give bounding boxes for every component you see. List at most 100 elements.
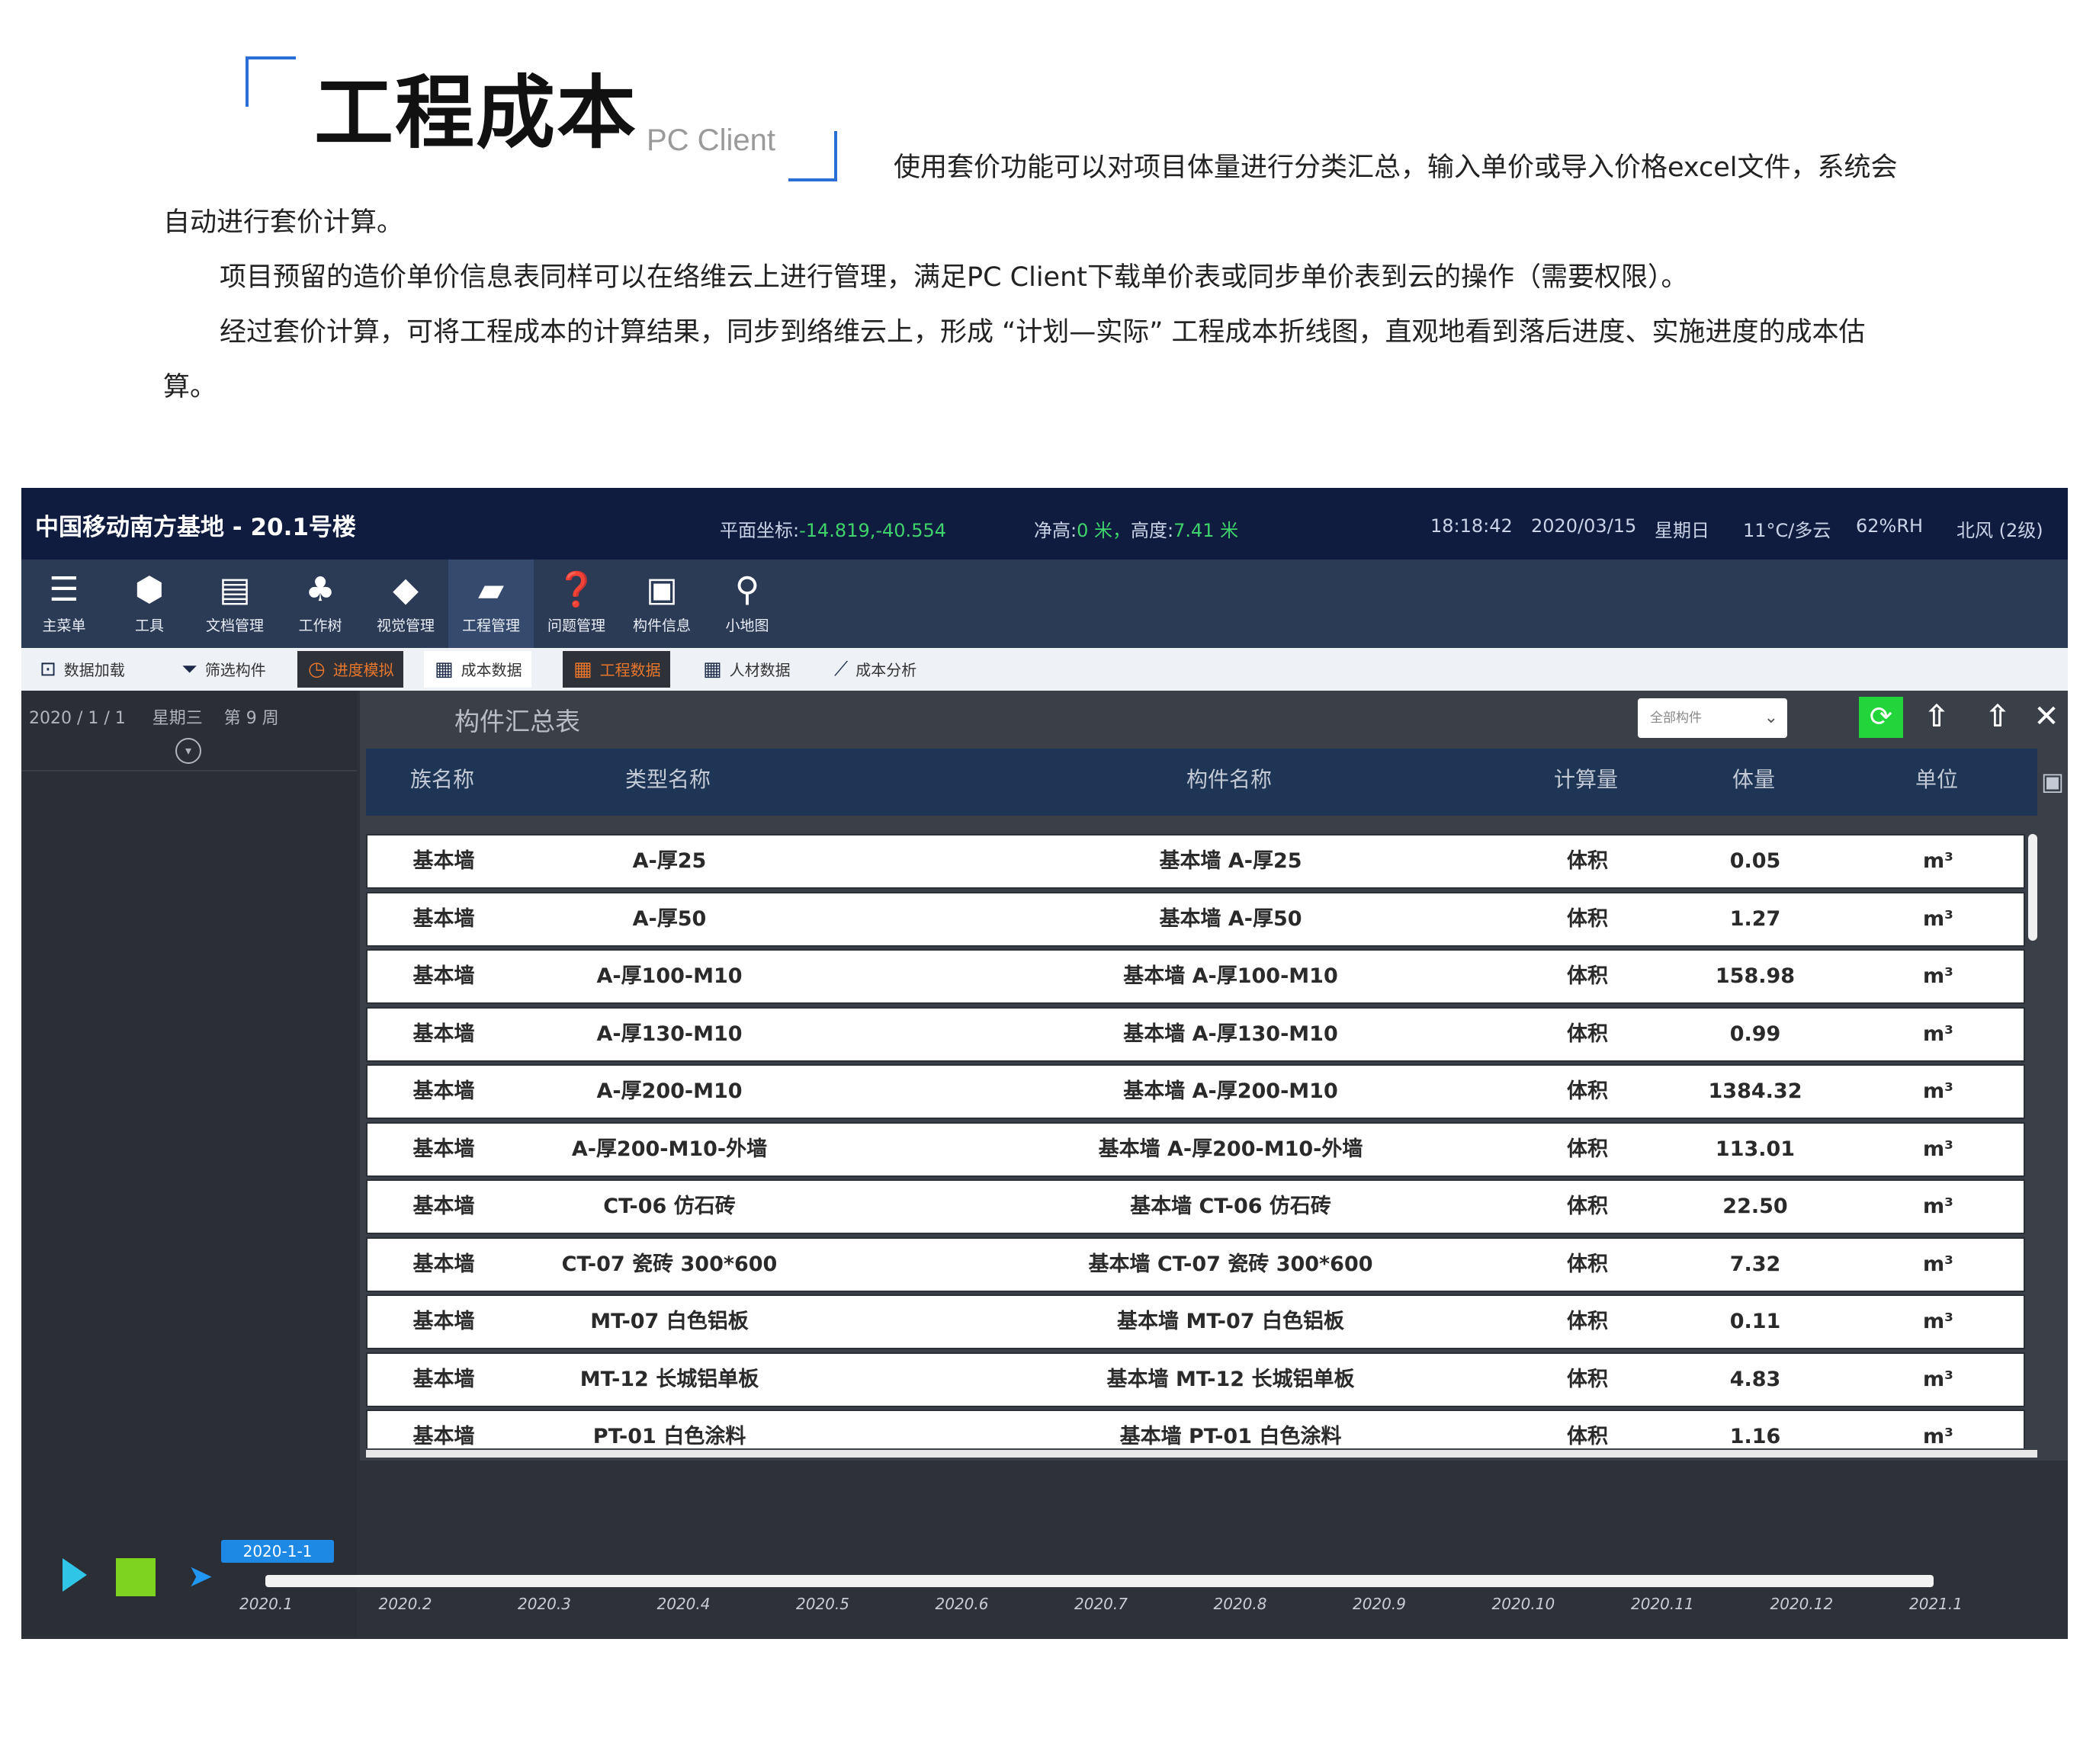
clipboard-icon: ▣ (646, 570, 678, 609)
table-cell: 7.32 (1729, 1252, 1781, 1276)
table-cell: 0.11 (1729, 1310, 1781, 1333)
calendar-icon: ▦ (703, 658, 722, 681)
export-icon: ⇧ (1985, 699, 2011, 734)
tab-cost-data[interactable]: ▦ 成本数据 (424, 651, 531, 688)
column-header[interactable]: 计算量 (1517, 749, 1655, 816)
table-cell: m³ (1923, 1137, 1953, 1161)
column-header[interactable]: 族名称 (366, 749, 518, 816)
toolbar-document[interactable]: ▤ 文档管理 (192, 560, 278, 648)
table-row[interactable]: 基本墙 PT-01 白色涂料 基本墙 PT-01 白色涂料 体积 1.16 m³ (366, 1410, 2025, 1448)
tab-cost-analysis[interactable]: ⟋ 成本分析 (823, 651, 926, 688)
table-cell: m³ (1923, 1252, 1953, 1276)
load-icon: ⊡ (40, 658, 56, 681)
schedule-date: 2020 / 1 / 1 星期三 第 9 周 (29, 709, 279, 728)
chevron-down-icon: ⌄ (1764, 708, 1778, 727)
table-row[interactable]: 基本墙 A-厚25 基本墙 A-厚25 体积 0.05 m³ (366, 834, 2025, 889)
toolbar-minimap[interactable]: ⚲ 小地图 (705, 560, 790, 648)
close-icon: ✕ (2033, 699, 2059, 734)
calendar-icon: ▦ (573, 658, 592, 681)
table-row[interactable]: 基本墙 A-厚50 基本墙 A-厚50 体积 1.27 m³ (366, 891, 2025, 947)
refresh-button[interactable]: ⟳ (1859, 697, 1903, 738)
timeline-tick-label: 2020.7 (1074, 1595, 1128, 1613)
table-cell: 基本墙 (412, 1367, 475, 1391)
table-header: 族名称 类型名称 构件名称 计算量 体量 单位 (366, 749, 2037, 816)
table-cell: A-厚200-M10 (596, 1079, 743, 1103)
diamond-icon: ◆ (393, 570, 419, 609)
table-row[interactable]: 基本墙 MT-12 长城铝单板 基本墙 MT-12 长城铝单板 体积 4.83 m³ (366, 1352, 2025, 1407)
table-row[interactable]: 基本墙 CT-06 仿石砖 基本墙 CT-06 仿石砖 体积 22.50 m³ (366, 1179, 2025, 1234)
table-cell: m³ (1923, 1079, 1953, 1103)
play-button[interactable] (63, 1558, 87, 1592)
table-cell: A-厚100-M10 (596, 964, 743, 988)
clock-icon: ◷ (308, 658, 326, 681)
table-cell: 基本墙 (412, 1252, 475, 1276)
table-cell: 基本墙 (412, 1079, 475, 1103)
toolbar-component-info[interactable]: ▣ 构件信息 (619, 560, 705, 648)
clock-weekday: 星期日 (1655, 520, 1709, 541)
table-cell: m³ (1923, 1310, 1953, 1333)
timeline-tick-label: 2020.9 (1353, 1595, 1406, 1613)
table-row[interactable]: 基本墙 A-厚100-M10 基本墙 A-厚100-M10 体积 158.98 m³ (366, 949, 2025, 1004)
table-cell: m³ (1923, 1022, 1953, 1046)
toolbar-project[interactable]: ▰ 工程管理 (448, 560, 534, 648)
schedule-panel: 2020 / 1 / 1 星期三 第 9 周 ▾ (21, 691, 357, 1636)
corner-decoration (788, 131, 837, 181)
table-cell: CT-07 瓷砖 300*600 (561, 1252, 778, 1276)
timeline-handle-icon[interactable]: ➤ (188, 1561, 213, 1592)
height-readout: 净高:0 米，高度:7.41 米 (1034, 520, 1239, 541)
app-window: 中国移动南方基地 - 20.1号楼 平面坐标:-14.819,-40.554 净… (21, 488, 2068, 1639)
table-cell: CT-06 仿石砖 (603, 1195, 736, 1218)
table-cell: 体积 (1567, 1425, 1608, 1448)
tab-labor-data[interactable]: ▦ 人材数据 (692, 651, 800, 688)
corner-decoration (246, 56, 296, 107)
tab-data-load[interactable]: ⊡ 数据加载 (29, 651, 134, 688)
table-cell: MT-12 长城铝单板 (579, 1367, 759, 1391)
tab-engineering-data[interactable]: ▦ 工程数据 (563, 651, 670, 688)
table-cell: m³ (1923, 964, 1953, 988)
table-row[interactable]: 基本墙 A-厚200-M10 基本墙 A-厚200-M10 体积 1384.32 m³ (366, 1064, 2025, 1119)
table-body: 基本墙 A-厚25 基本墙 A-厚25 体积 0.05 m³ 基本墙 A-厚50 基本墙 A-厚… (366, 834, 2025, 1448)
table-cell: 1.27 (1729, 906, 1781, 931)
table-cell: m³ (1923, 849, 1953, 873)
filter-icon: ⏷ (181, 658, 197, 681)
table-row[interactable]: 基本墙 CT-07 瓷砖 300*600 基本墙 CT-07 瓷砖 300*600 体… (366, 1236, 2025, 1292)
clock-time: 18:18:42 (1430, 515, 1513, 537)
toolbar-issues[interactable]: ❓ 问题管理 (534, 560, 619, 648)
column-header[interactable]: 单位 (1876, 749, 1998, 816)
toolbar-view[interactable]: ◆ 视觉管理 (363, 560, 448, 648)
column-header[interactable]: 体量 (1685, 749, 1822, 816)
upload-icon: ⇧ (1924, 699, 1950, 734)
close-button[interactable]: ✕ (2025, 695, 2068, 738)
expand-icon[interactable]: ▾ (175, 738, 201, 764)
timeline-tick-label: 2020.10 (1491, 1595, 1555, 1613)
toolbar-tools[interactable]: ⬢ 工具 (107, 560, 192, 648)
table-cell: 基本墙 (412, 1195, 475, 1218)
table-cell: 基本墙 (412, 849, 475, 873)
table-cell: 体积 (1567, 906, 1608, 931)
column-header[interactable]: 类型名称 (518, 749, 817, 816)
tree-icon: ♣ (305, 570, 335, 609)
table-row[interactable]: 基本墙 A-厚130-M10 基本墙 A-厚130-M10 体积 0.99 m³ (366, 1006, 2025, 1062)
table-row[interactable]: 基本墙 MT-07 白色铝板 基本墙 MT-07 白色铝板 体积 0.11 m³ (366, 1294, 2025, 1349)
component-filter-select[interactable]: 全部构件 ⌄ (1638, 698, 1787, 738)
upload-button[interactable]: ⇧ (1915, 695, 1958, 738)
timeline-tick-label: 2020.4 (656, 1595, 711, 1613)
tab-filter[interactable]: ⏷ 筛选构件 (171, 651, 275, 688)
table-cell: 基本墙 (412, 1425, 475, 1448)
horizontal-scrollbar[interactable] (366, 1450, 2037, 1458)
tab-progress-sim[interactable]: ◷ 进度模拟 (297, 651, 403, 688)
table-cell: m³ (1923, 1195, 1953, 1218)
export-button[interactable]: ⇧ (1976, 695, 2019, 738)
clock-date: 2020/03/15 (1531, 515, 1637, 537)
table-cell: 1.16 (1729, 1425, 1781, 1448)
vertical-scrollbar[interactable] (2028, 834, 2037, 941)
table-cell: 基本墙 (412, 964, 475, 988)
toolbar-main-menu[interactable]: ☰ 主菜单 (21, 560, 107, 648)
save-icon[interactable]: ▣ (2037, 749, 2068, 816)
table-title: 构件汇总表 (454, 707, 580, 736)
timeline-track[interactable] (265, 1575, 1934, 1587)
table-row[interactable]: 基本墙 A-厚200-M10-外墙 基本墙 A-厚200-M10-外墙 体积 113.0… (366, 1121, 2025, 1177)
toolbar-worktree[interactable]: ♣ 工作树 (278, 560, 363, 648)
table-cell: 体积 (1567, 849, 1608, 873)
stop-button[interactable] (116, 1558, 156, 1596)
